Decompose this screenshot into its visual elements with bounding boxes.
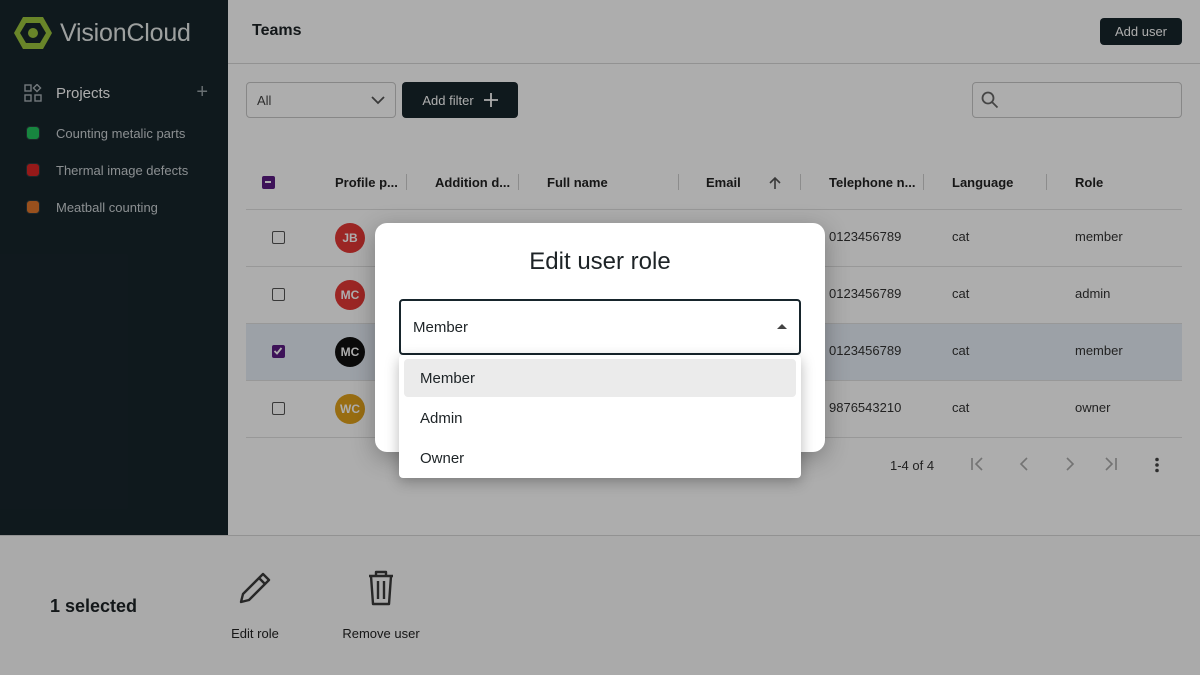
app-root: VisionCloud Projects + Counting metalic … bbox=[0, 0, 1200, 675]
caret-up-icon bbox=[777, 324, 787, 329]
role-select-value: Member bbox=[413, 318, 469, 336]
role-option-member[interactable]: Member bbox=[404, 359, 796, 397]
role-select[interactable]: Member bbox=[399, 299, 801, 355]
role-options-menu: Member Admin Owner bbox=[399, 355, 801, 478]
dialog-title: Edit user role bbox=[529, 248, 671, 275]
role-option-admin[interactable]: Admin bbox=[404, 399, 796, 437]
role-option-owner[interactable]: Owner bbox=[404, 439, 796, 477]
